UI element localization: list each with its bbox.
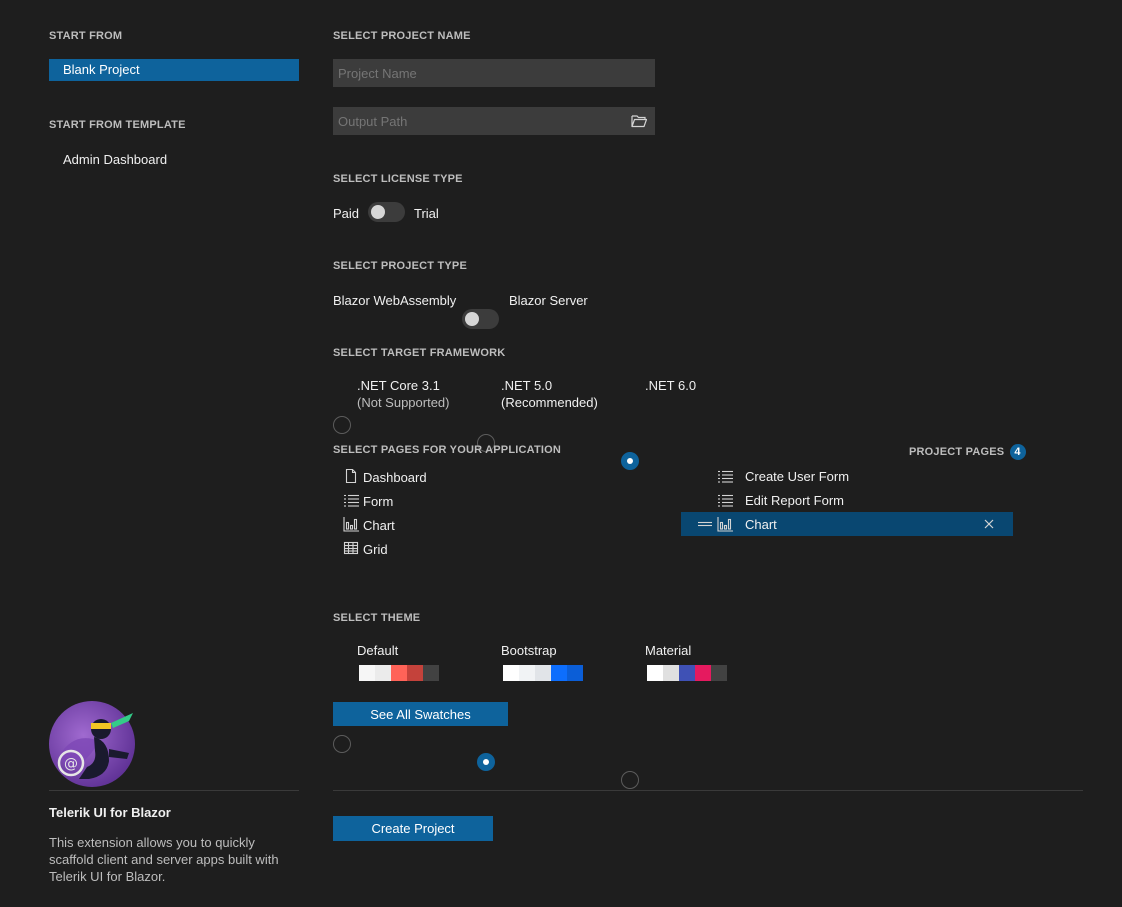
drag-handle-icon[interactable]	[697, 516, 713, 535]
toggle-knob	[371, 205, 385, 219]
theme-default-swatches	[359, 665, 439, 681]
color-swatch	[679, 665, 695, 681]
file-icon	[343, 468, 359, 487]
page-item-label: Chart	[363, 517, 395, 533]
svg-text:@: @	[64, 756, 78, 772]
target-framework-heading: SELECT TARGET FRAMEWORK	[333, 347, 506, 359]
bar-chart-icon	[717, 516, 733, 535]
color-swatch	[535, 665, 551, 681]
color-swatch	[663, 665, 679, 681]
main-divider	[333, 790, 1083, 791]
color-swatch	[695, 665, 711, 681]
license-trial-label: Trial	[414, 206, 439, 221]
project-pages-count-badge: 4	[1009, 444, 1026, 460]
framework-net60-radio[interactable]	[621, 452, 639, 470]
bar-chart-icon	[343, 516, 359, 535]
theme-default-radio[interactable]	[333, 735, 351, 753]
theme-material-label: Material	[645, 643, 692, 658]
color-swatch	[359, 665, 375, 681]
blank-project-item[interactable]: Blank Project	[49, 59, 299, 81]
page-item-grid[interactable]: Grid	[343, 539, 427, 559]
theme-default-label: Default	[357, 643, 399, 658]
start-from-template-heading: START FROM TEMPLATE	[49, 119, 186, 131]
project-pages-heading: PROJECT PAGES 4	[909, 444, 1026, 460]
color-swatch	[391, 665, 407, 681]
blazor-server-label: Blazor Server	[509, 293, 588, 308]
page-item-label: Grid	[363, 541, 388, 557]
list-icon	[343, 492, 359, 511]
sidebar-divider	[49, 790, 299, 791]
color-swatch	[423, 665, 439, 681]
project-page-chart[interactable]: Chart	[681, 512, 1013, 536]
license-paid-label: Paid	[333, 206, 360, 221]
theme-material-swatches	[647, 665, 727, 681]
project-type-heading: SELECT PROJECT TYPE	[333, 260, 467, 272]
page-item-label: Form	[363, 493, 394, 509]
list-icon	[717, 468, 733, 487]
color-swatch	[711, 665, 727, 681]
pages-heading: SELECT PAGES FOR YOUR APPLICATION	[333, 444, 562, 456]
page-item-dashboard[interactable]: Dashboard	[343, 467, 427, 487]
project-name-heading: SELECT PROJECT NAME	[333, 30, 471, 42]
color-swatch	[567, 665, 583, 681]
see-all-swatches-button[interactable]: See All Swatches	[333, 702, 508, 726]
page-item-label: Dashboard	[363, 469, 427, 485]
license-type-heading: SELECT LICENSE TYPE	[333, 173, 463, 185]
project-page-edit-report-form[interactable]: Edit Report Form	[681, 488, 1013, 512]
grid-icon	[343, 540, 359, 559]
color-swatch	[375, 665, 391, 681]
theme-bootstrap-radio[interactable]	[477, 753, 495, 771]
close-icon[interactable]	[983, 518, 995, 533]
telerik-ninja-logo: @	[49, 701, 137, 789]
page-item-form[interactable]: Form	[343, 491, 427, 511]
folder-open-icon[interactable]	[628, 110, 650, 132]
project-page-label: Chart	[745, 517, 777, 532]
list-icon	[717, 492, 733, 511]
license-type-toggle[interactable]	[368, 202, 405, 222]
project-pages-list: Create User Form Edit Report Form Chart	[681, 464, 1013, 536]
theme-heading: SELECT THEME	[333, 612, 421, 624]
create-project-button[interactable]: Create Project	[333, 816, 493, 841]
project-page-label: Edit Report Form	[745, 493, 844, 508]
color-swatch	[503, 665, 519, 681]
framework-net50-sub: (Recommended)	[501, 395, 598, 410]
start-from-heading: START FROM	[49, 30, 123, 42]
theme-bootstrap-label: Bootstrap	[501, 643, 557, 658]
framework-net50-label: .NET 5.0	[501, 378, 553, 393]
project-page-label: Create User Form	[745, 469, 850, 484]
output-path-input[interactable]	[333, 107, 655, 135]
project-type-toggle[interactable]	[462, 309, 499, 329]
color-swatch	[519, 665, 535, 681]
theme-bootstrap-swatches	[503, 665, 583, 681]
product-title: Telerik UI for Blazor	[49, 805, 171, 820]
available-pages-list: Dashboard Form Chart Grid	[343, 467, 427, 559]
framework-net60-label: .NET 6.0	[645, 378, 697, 393]
toggle-knob	[465, 312, 479, 326]
product-description: This extension allows you to quickly sca…	[49, 835, 279, 884]
page-item-chart[interactable]: Chart	[343, 515, 427, 535]
color-swatch	[647, 665, 663, 681]
color-swatch	[551, 665, 567, 681]
project-page-create-user-form[interactable]: Create User Form	[681, 464, 1013, 488]
project-pages-label: PROJECT PAGES	[909, 446, 1005, 458]
blazor-webassembly-label: Blazor WebAssembly	[333, 293, 457, 308]
framework-netcore31-sub: (Not Supported)	[357, 395, 450, 410]
project-name-input[interactable]	[333, 59, 655, 87]
framework-netcore31-radio[interactable]	[333, 416, 351, 434]
framework-netcore31-label: .NET Core 3.1	[357, 378, 440, 393]
theme-material-radio[interactable]	[621, 771, 639, 789]
admin-dashboard-template-item[interactable]: Admin Dashboard	[49, 152, 167, 167]
color-swatch	[407, 665, 423, 681]
